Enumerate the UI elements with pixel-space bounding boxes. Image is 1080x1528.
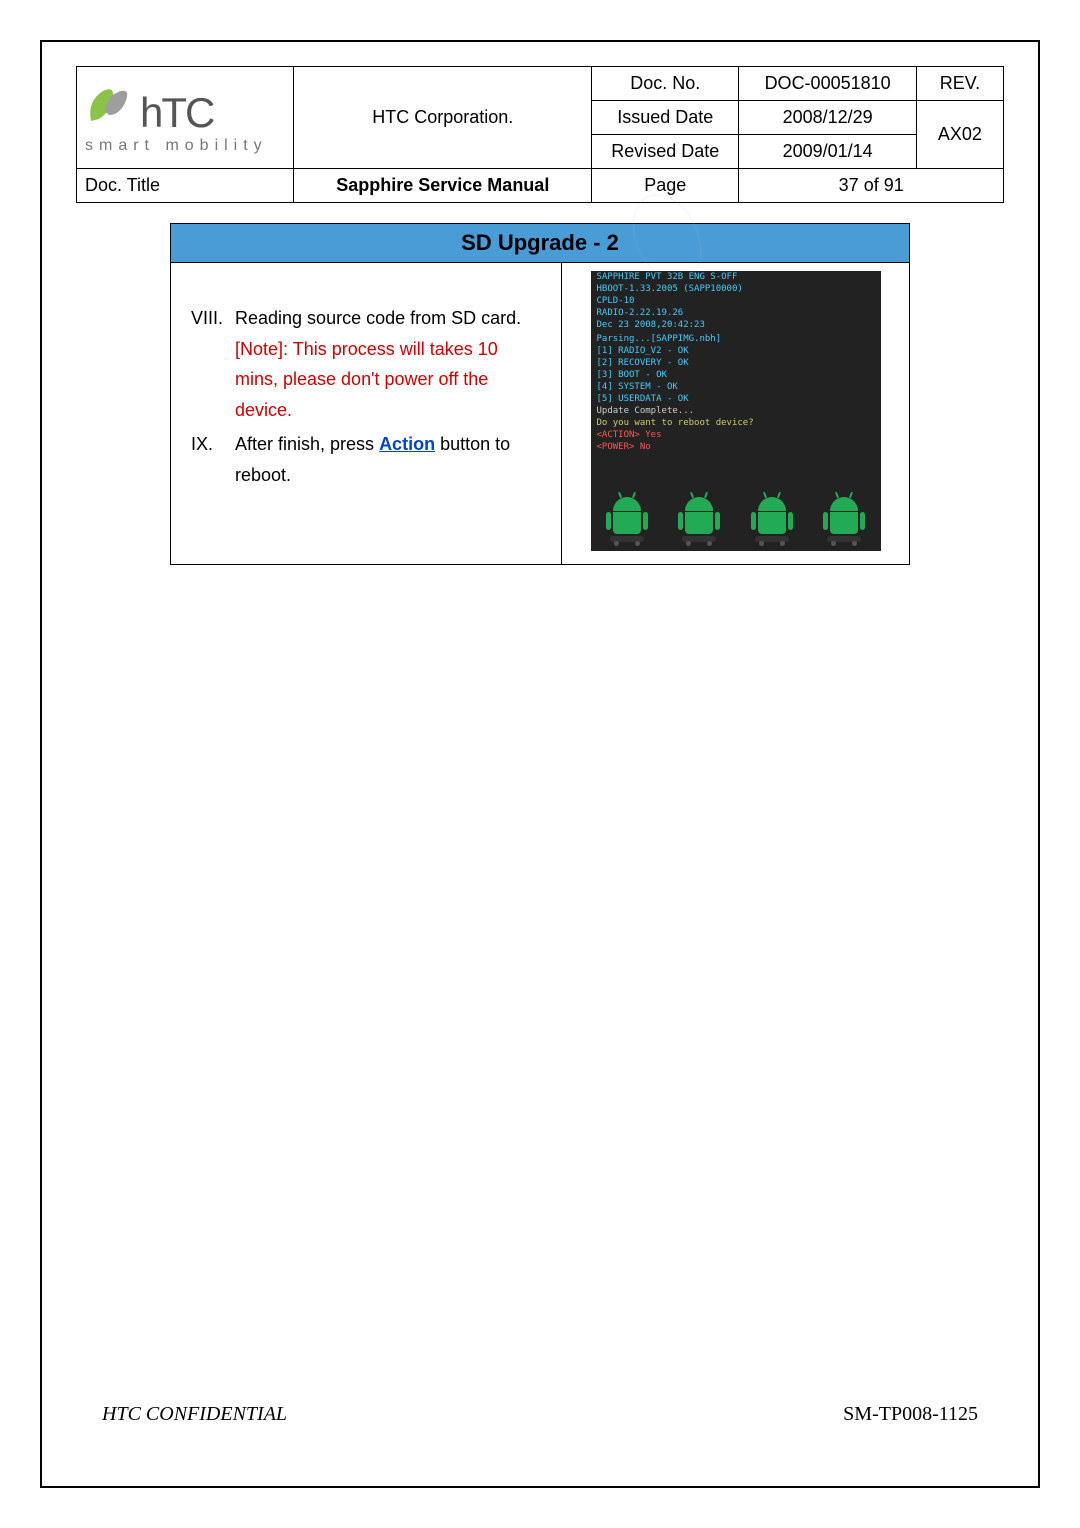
revised-date-label: Revised Date — [592, 135, 739, 169]
htc-logo: hTC smart mobility — [85, 81, 268, 155]
android-icon — [607, 497, 647, 547]
instructions-cell: VIII. Reading source code from SD card. … — [171, 263, 562, 565]
doc-no-label: Doc. No. — [592, 67, 739, 101]
corp-name: HTC Corporation. — [294, 67, 592, 169]
item-text: Reading source code from SD card. — [235, 308, 521, 328]
revised-date-value: 2009/01/14 — [739, 135, 916, 169]
item-note: [Note]: This process will takes 10 mins,… — [235, 339, 498, 420]
android-mascot-row — [591, 497, 881, 547]
issued-date-value: 2008/12/29 — [739, 101, 916, 135]
screenshot-cell: SAPPHIRE PVT 32B ENG S-OFFHBOOT-1.33.200… — [562, 263, 910, 565]
issued-date-label: Issued Date — [592, 101, 739, 135]
phone-bootloader-screenshot: SAPPHIRE PVT 32B ENG S-OFFHBOOT-1.33.200… — [591, 271, 881, 551]
doc-title-label: Doc. Title — [77, 169, 294, 203]
android-icon — [824, 497, 864, 547]
footer-confidential: HTC CONFIDENTIAL — [102, 1403, 287, 1426]
section-header: SD Upgrade - 2 — [171, 224, 910, 263]
logo-subtitle: smart mobility — [85, 137, 268, 155]
page-label: Page — [592, 169, 739, 203]
roman-numeral: VIII. — [191, 303, 235, 425]
android-icon — [679, 497, 719, 547]
footer-doc-code: SM-TP008-1125 — [843, 1403, 978, 1426]
doc-title: Sapphire Service Manual — [294, 169, 592, 203]
rev-label: REV. — [916, 67, 1003, 101]
action-link: Action — [379, 434, 435, 454]
rev-value: AX02 — [916, 101, 1003, 169]
content-table: SD Upgrade - 2 VIII. Reading source code… — [170, 223, 910, 565]
android-icon — [752, 497, 792, 547]
doc-no-value: DOC-00051810 — [739, 67, 916, 101]
roman-numeral: IX. — [191, 429, 235, 490]
list-item: IX. After finish, press Action button to… — [191, 429, 541, 490]
list-item: VIII. Reading source code from SD card. … — [191, 303, 541, 425]
page-value: 37 of 91 — [739, 169, 1004, 203]
item-text-before: After finish, press — [235, 434, 379, 454]
footer: HTC CONFIDENTIAL SM-TP008-1125 — [102, 1403, 978, 1426]
logo-text: hTC — [140, 89, 213, 136]
header-table: hTC smart mobility HTC Corporation. Doc.… — [76, 66, 1004, 203]
htc-logo-icon — [85, 81, 135, 127]
